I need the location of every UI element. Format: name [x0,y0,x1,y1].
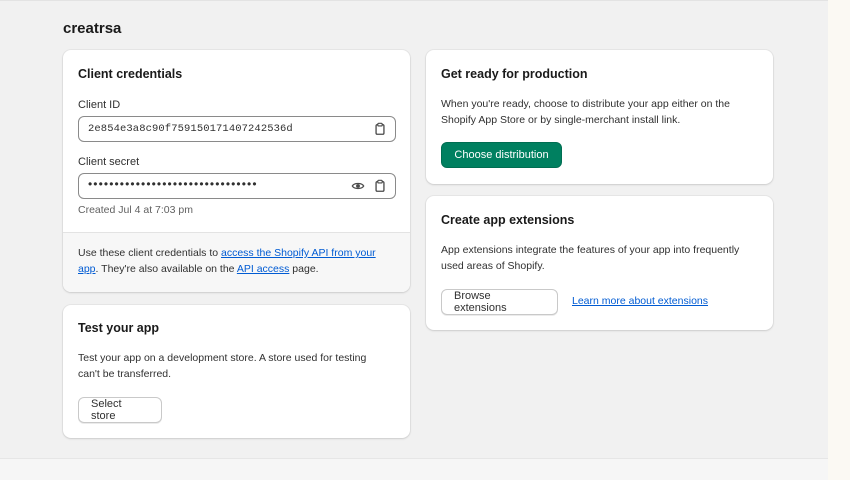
production-card: Get ready for production When you're rea… [426,50,773,184]
choose-distribution-button[interactable]: Choose distribution [441,142,562,168]
client-id-value[interactable]: 2e854e3a8c90f759150171407242536d [88,123,293,135]
client-secret-masked-value[interactable]: •••••••••••••••••••••••••••••••• [88,177,258,191]
credentials-footer: Use these client credentials to access t… [63,232,410,292]
client-secret-field[interactable]: •••••••••••••••••••••••••••••••• [78,173,396,199]
app-extensions-description: App extensions integrate the features of… [441,244,740,272]
credentials-footer-text: Use these client credentials to access t… [78,246,396,277]
client-id-label: Client ID [78,99,121,111]
test-your-app-description: Test your app on a development store. A … [78,352,367,380]
footer-text-after: page. [289,262,319,275]
right-gutter [828,0,850,480]
client-id-field[interactable]: 2e854e3a8c90f759150171407242536d [78,116,396,142]
test-your-app-card: Test your app Test your app on a develop… [63,305,410,438]
production-description: When you're ready, choose to distribute … [441,98,730,126]
created-timestamp: Created Jul 4 at 7:03 pm [78,204,193,216]
api-access-link[interactable]: API access [237,263,290,275]
app-extensions-title: Create app extensions [441,213,575,227]
browse-extensions-button[interactable]: Browse extensions [441,289,558,315]
production-title: Get ready for production [441,67,588,81]
clipboard-icon[interactable] [373,179,387,193]
bottom-strip [0,458,828,480]
clipboard-icon[interactable] [373,122,387,136]
footer-text-middle: . They're also available on the [95,262,237,275]
select-store-button[interactable]: Select store [78,397,162,423]
footer-text-before: Use these client credentials to [78,247,221,259]
app-extensions-card: Create app extensions App extensions int… [426,196,773,330]
client-secret-label: Client secret [78,156,140,168]
store-name-heading: creatrsa [63,20,122,37]
learn-more-extensions-link[interactable]: Learn more about extensions [572,295,708,307]
client-credentials-card: Client credentials Client ID 2e854e3a8c9… [63,50,410,292]
eye-icon[interactable] [351,179,365,193]
client-credentials-title: Client credentials [78,67,183,81]
test-your-app-title: Test your app [78,321,160,335]
